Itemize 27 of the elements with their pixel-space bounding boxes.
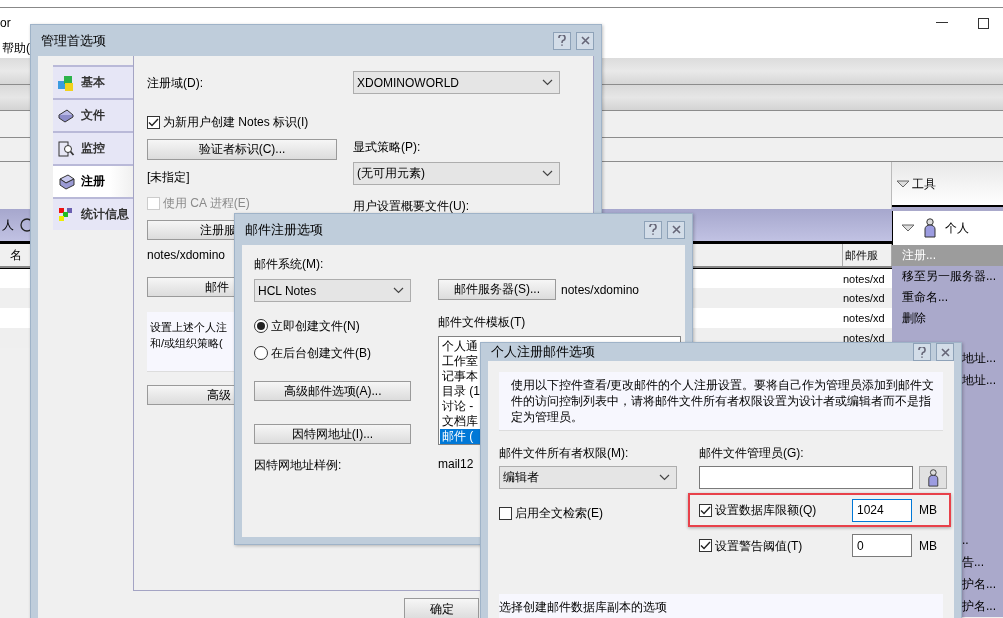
table-cell-text: notes/xd	[843, 331, 886, 346]
window-title: or	[0, 15, 11, 31]
field-label: 邮件系统(M):	[254, 256, 324, 272]
table-cell-text: notes/xd	[843, 311, 886, 326]
window-title: 管理首选项	[41, 31, 106, 50]
summary-text: 和/或组织策略(	[150, 336, 223, 351]
window-title: 个人注册邮件选项	[491, 343, 595, 361]
server-value: notes/xdomino	[561, 281, 640, 298]
window-title: 邮件注册选项	[245, 220, 323, 239]
field-label: 邮件文件模板(T)	[438, 314, 526, 330]
field-label: 邮件文件管理员(G):	[699, 445, 804, 461]
unit-label: MB	[919, 538, 937, 553]
sample-value: mail12	[438, 456, 474, 472]
certifier-value: [未指定]	[147, 169, 190, 185]
header-label: 人	[2, 217, 14, 233]
field-label: 因特网地址样例:	[254, 457, 342, 473]
table-cell-text: notes/xd	[843, 271, 886, 287]
field-label: 显式策略(P):	[353, 139, 421, 155]
unit-label: MB	[919, 503, 937, 517]
field-label: 注册域(D):	[147, 74, 203, 91]
field-label: 用户设置概要文件(U):	[353, 198, 469, 214]
server-value: notes/xdomino	[147, 247, 226, 263]
field-label: 邮件文件所有者权限(M):	[499, 445, 629, 461]
summary-text: 设置上述个人注	[150, 320, 227, 335]
table-cell-text: notes/xd	[843, 291, 886, 306]
info-text: 使用以下控件查看/更改邮件的个人注册设置。要将自己作为管理员添加到邮件文件的访问控制列表中，请将邮件文件所有者权限设置为设计者或编辑者而不是指定为管理员。	[511, 377, 935, 425]
section-title: 选择创建邮件数据库副本的选项	[499, 599, 667, 615]
